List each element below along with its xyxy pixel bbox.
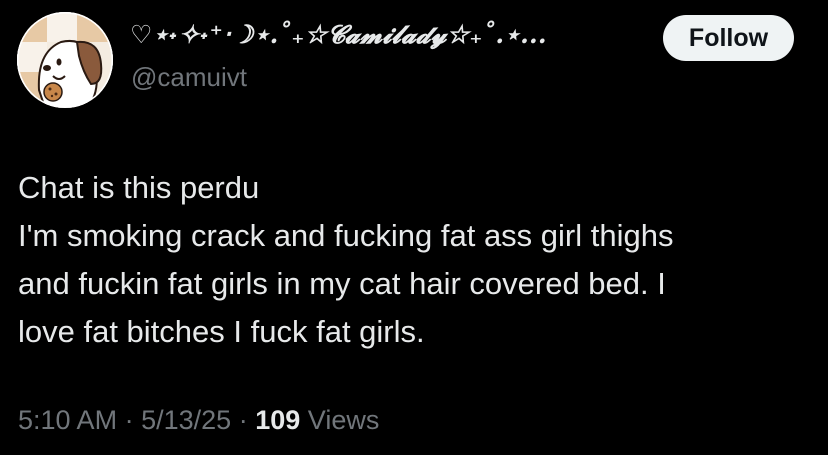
meta-separator: · [238, 405, 248, 435]
tweet-card: ♡⋆˖✧˖⁺‧☽⋆.˚₊☆𝓒𝓪𝓶𝓲𝓵𝓪𝓭𝔂☆₊˚.⋆... @camuivt F… [0, 0, 828, 455]
tweet-line: and fuckin fat girls in my cat hair cove… [18, 266, 666, 301]
tweet-line: Chat is this perdu [18, 170, 260, 205]
tweet-text: Chat is this perdu I'm smoking crack and… [18, 164, 808, 356]
display-name[interactable]: ♡⋆˖✧˖⁺‧☽⋆.˚₊☆𝓒𝓪𝓶𝓲𝓵𝓪𝓭𝔂☆₊˚.⋆... [130, 20, 547, 50]
tweet-meta: 5:10 AM · 5/13/25 · 109 Views [18, 405, 379, 436]
follow-button[interactable]: Follow [663, 15, 794, 61]
meta-separator: · [124, 405, 134, 435]
user-handle[interactable]: @camuivt [131, 62, 247, 93]
views-count: 109 [255, 405, 301, 435]
tweet-line: I'm smoking crack and fucking fat ass gi… [18, 218, 674, 253]
tweet-line: love fat bitches I fuck fat girls. [18, 314, 425, 349]
dog-with-cookie-avatar-icon [17, 12, 113, 108]
views-label: Views [307, 405, 380, 435]
avatar[interactable] [17, 12, 113, 108]
tweet-date[interactable]: 5/13/25 [141, 405, 231, 435]
tweet-time[interactable]: 5:10 AM [18, 405, 117, 435]
